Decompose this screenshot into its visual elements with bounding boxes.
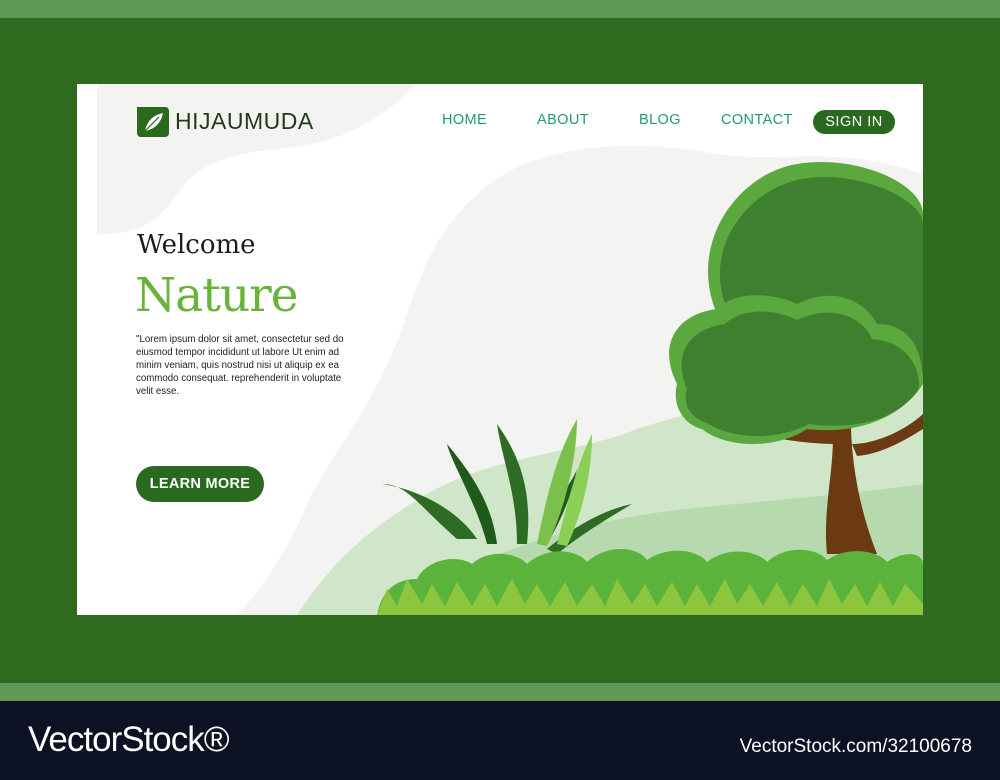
nav-contact-link[interactable]: CONTACT xyxy=(721,112,793,128)
watermark-brand: VectorStock® xyxy=(28,720,230,759)
landing-page: HIJAUMUDA HOME ABOUT BLOG CONTACT SIGN I… xyxy=(77,84,923,615)
bottom-border-strip xyxy=(0,683,1000,701)
top-border-strip xyxy=(0,0,1000,18)
brand-logo[interactable]: HIJAUMUDA xyxy=(135,103,314,139)
sign-in-button[interactable]: SIGN IN xyxy=(813,110,895,134)
leaf-icon xyxy=(137,107,169,137)
hero-description: "Lorem ipsum dolor sit amet, consectetur… xyxy=(136,334,344,397)
learn-more-button[interactable]: LEARN MORE xyxy=(136,466,264,502)
nav-home-link[interactable]: HOME xyxy=(442,112,487,128)
nav-about-link[interactable]: ABOUT xyxy=(537,112,589,128)
hero-title: Nature xyxy=(135,268,299,323)
nav-blog-link[interactable]: BLOG xyxy=(639,112,681,128)
watermark-id: VectorStock.com/32100678 xyxy=(739,736,972,757)
brand-name: HIJAUMUDA xyxy=(175,107,314,134)
welcome-heading: Welcome xyxy=(137,230,256,260)
